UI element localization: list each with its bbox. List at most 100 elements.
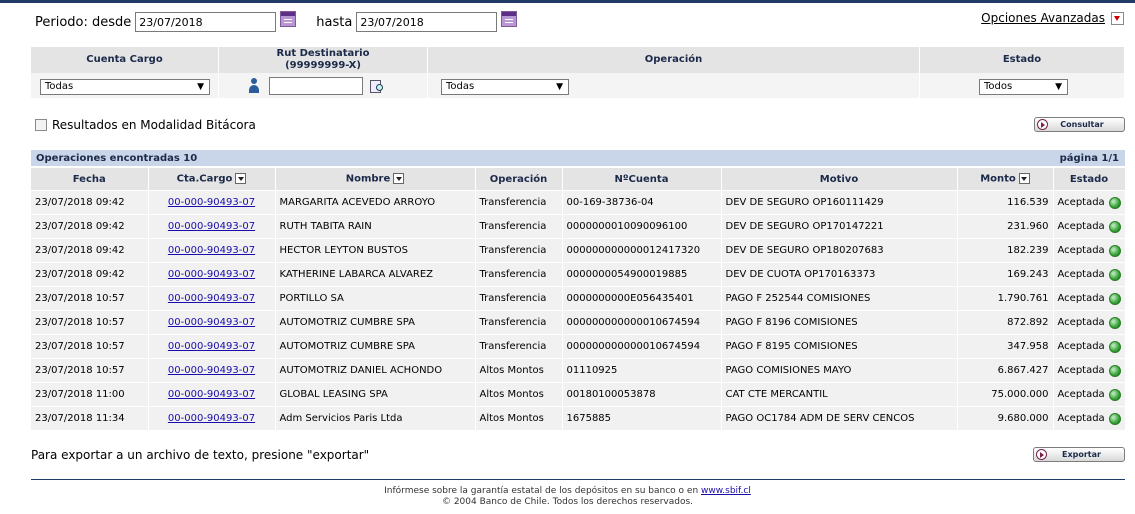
estado-wrapper: Aceptada — [1058, 412, 1121, 425]
cta-cargo-link[interactable]: 00-000-90493-07 — [168, 197, 255, 208]
nombre-cell: Adm Servicios Paris Ltda — [275, 406, 476, 430]
status-ok-icon — [1108, 196, 1121, 209]
play-icon — [1036, 449, 1047, 460]
chevron-down-icon: ▼ — [197, 81, 204, 92]
estado-wrapper: Aceptada — [1058, 388, 1121, 401]
operacion-cell: Todas ▼ — [427, 73, 920, 98]
advanced-options-link[interactable]: Opciones Avanzadas — [981, 11, 1105, 25]
cta-cargo-link[interactable]: 00-000-90493-07 — [168, 221, 255, 232]
fecha-cell: 23/07/2018 10:57 — [31, 310, 149, 335]
motivo-cell: CAT CTE MERCANTIL — [721, 382, 958, 407]
cta-cargo-link[interactable]: 00-000-90493-07 — [168, 245, 255, 256]
cuenta-cargo-select[interactable]: Todas ▼ — [40, 78, 210, 95]
operacion-select[interactable]: Todas ▼ — [441, 78, 569, 95]
nombre-cell: AUTOMOTRIZ DANIEL ACHONDO — [275, 358, 476, 383]
cta-cargo-link[interactable]: 00-000-90493-07 — [168, 293, 255, 304]
cta-cargo-cell: 00-000-90493-07 — [148, 406, 276, 430]
operacion-value: Todas — [446, 80, 475, 92]
status-ok-icon — [1108, 412, 1121, 425]
status-ok-icon — [1108, 292, 1121, 305]
person-icon[interactable] — [249, 78, 259, 94]
nombre-cell: KATHERINE LABARCA ALVAREZ — [275, 262, 476, 287]
bitacora-label: Resultados en Modalidad Bitácora — [52, 118, 256, 132]
calendar-icon[interactable] — [280, 11, 297, 27]
footer-deposit-text: Infórmese sobre la garantía estatal de l… — [384, 486, 702, 496]
operacion-cell: Transferencia — [475, 214, 563, 239]
sort-icon[interactable] — [393, 173, 405, 185]
chevron-down-icon[interactable] — [1111, 11, 1124, 25]
sort-icon[interactable] — [1018, 173, 1030, 185]
operacion-cell: Altos Montos — [475, 406, 563, 430]
hasta-date-input[interactable] — [356, 12, 498, 32]
consultar-label: Consultar — [1060, 120, 1104, 129]
estado-wrapper: Aceptada — [1058, 364, 1121, 377]
footer: Infórmese sobre la garantía estatal de l… — [0, 486, 1135, 508]
period-filter: Periodo: desde hasta — [35, 11, 518, 32]
cta-cargo-cell: 00-000-90493-07 — [148, 382, 276, 407]
estado-cell: Aceptada — [1053, 286, 1126, 311]
sort-icon[interactable] — [235, 173, 247, 185]
table-row: 23/07/2018 09:42 00-000-90493-07 RUTH TABI… — [31, 214, 1126, 239]
estado-value: Todos — [984, 80, 1013, 92]
estado-wrapper: Aceptada — [1057, 316, 1121, 329]
cta-cargo-link[interactable]: 00-000-90493-07 — [168, 341, 255, 352]
operacion-cell: Transferencia — [475, 238, 563, 263]
col-cuenta: NºCuenta — [562, 168, 722, 191]
cta-cargo-cell: 00-000-90493-07 — [148, 334, 276, 359]
fecha-cell: 23/07/2018 10:57 — [31, 358, 149, 383]
col-nombre[interactable]: Nombre — [275, 168, 476, 191]
rut-input[interactable] — [269, 77, 364, 96]
col-monto[interactable]: Monto — [957, 168, 1054, 191]
desde-date-input[interactable] — [135, 12, 277, 32]
page-indicator: página 1/1 — [1059, 152, 1119, 164]
consultar-button[interactable]: Consultar — [1034, 117, 1125, 132]
rut-header-line1: Rut Destinatario — [276, 48, 370, 59]
cta-cargo-link[interactable]: 00-000-90493-07 — [168, 269, 255, 280]
estado-cell: Aceptada — [1053, 238, 1126, 263]
cuenta-cargo-header: Cuenta Cargo — [31, 47, 219, 73]
exportar-label: Exportar — [1062, 450, 1101, 459]
cuenta-cell: 000000000000010674594 — [562, 334, 722, 359]
fecha-cell: 23/07/2018 10:57 — [31, 286, 149, 311]
motivo-cell: PAGO COMISIONES MAYO — [721, 358, 958, 383]
results-header: Operaciones encontradas 10 página 1/1 — [31, 150, 1125, 166]
monto-cell: 116.539 — [957, 190, 1054, 215]
estado-text: Aceptada — [1057, 245, 1105, 256]
footer-line1: Infórmese sobre la garantía estatal de l… — [0, 486, 1135, 497]
fecha-cell: 23/07/2018 10:57 — [31, 334, 149, 359]
sbif-link[interactable]: www.sbif.cl — [701, 486, 751, 496]
desde-label: Periodo: desde — [35, 14, 132, 30]
monto-cell: 1.790.761 — [957, 286, 1054, 311]
fecha-cell: 23/07/2018 11:34 — [31, 406, 149, 430]
calendar-icon[interactable] — [501, 11, 518, 27]
fecha-cell: 23/07/2018 11:00 — [31, 382, 149, 407]
fecha-cell: 23/07/2018 09:42 — [31, 238, 149, 263]
cta-cargo-link[interactable]: 00-000-90493-07 — [168, 413, 255, 424]
results-header-row: Fecha Cta.Cargo Nombre Operación NºCuent… — [31, 168, 1126, 191]
estado-cell: Aceptada — [1053, 214, 1126, 239]
bitacora-checkbox[interactable] — [35, 119, 47, 131]
estado-cell: Aceptada — [1053, 310, 1126, 335]
estado-text: Aceptada — [1057, 293, 1105, 304]
nombre-cell: AUTOMOTRIZ CUMBRE SPA — [275, 310, 476, 335]
motivo-cell: PAGO F 252544 COMISIONES — [721, 286, 958, 311]
col-operacion: Operación — [475, 168, 563, 191]
cuenta-cell: 00-169-38736-04 — [562, 190, 722, 215]
search-document-icon[interactable] — [370, 79, 385, 93]
estado-cell: Todos ▼ — [919, 73, 1125, 98]
estado-cell: Aceptada — [1053, 382, 1126, 407]
monto-cell: 182.239 — [957, 238, 1054, 263]
exportar-button[interactable]: Exportar — [1033, 447, 1125, 462]
cta-cargo-link[interactable]: 00-000-90493-07 — [168, 389, 255, 400]
estado-select[interactable]: Todos ▼ — [979, 78, 1068, 95]
operacion-cell: Transferencia — [475, 310, 563, 335]
cta-cargo-link[interactable]: 00-000-90493-07 — [168, 365, 255, 376]
table-row: 23/07/2018 11:00 00-000-90493-07 GLOBAL LE… — [31, 382, 1126, 407]
cta-cargo-cell: 00-000-90493-07 — [148, 358, 276, 383]
nombre-cell: HECTOR LEYTON BUSTOS — [275, 238, 476, 263]
estado-text: Aceptada — [1057, 317, 1105, 328]
advanced-options: Opciones Avanzadas — [981, 11, 1124, 25]
estado-cell: Aceptada — [1053, 358, 1126, 383]
col-cta-cargo[interactable]: Cta.Cargo — [148, 168, 276, 191]
cta-cargo-link[interactable]: 00-000-90493-07 — [168, 317, 255, 328]
